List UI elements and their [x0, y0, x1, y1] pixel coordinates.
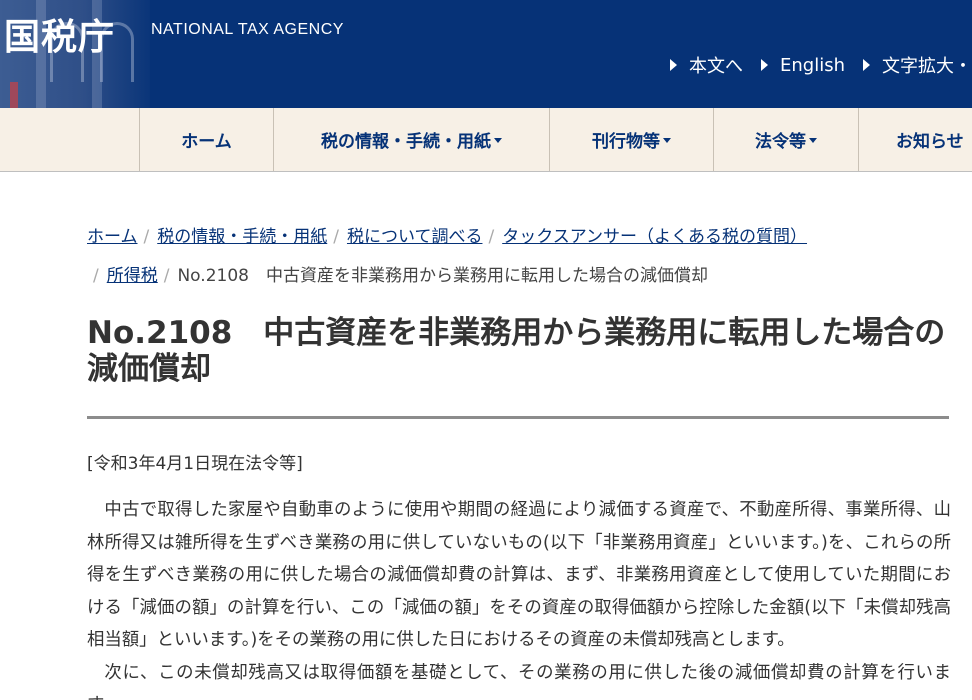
nav-item-tax-info[interactable]: 税の情報・手続・用紙: [273, 108, 549, 171]
breadcrumb-separator: /: [333, 227, 339, 247]
nav-item-label: ホーム: [181, 132, 232, 152]
nav-item-label: お知らせ: [896, 132, 964, 152]
english-link[interactable]: English: [761, 52, 845, 78]
text-enlarge-link[interactable]: 文字拡大・: [863, 52, 972, 78]
nav-item-home[interactable]: ホーム: [139, 108, 273, 171]
global-nav: ホーム 税の情報・手続・用紙 刊行物等 法令等 お知らせ: [0, 108, 972, 172]
breadcrumb-link-home[interactable]: ホーム: [87, 227, 138, 247]
nav-item-laws[interactable]: 法令等: [713, 108, 858, 171]
utility-links: 本文へ English 文字拡大・: [670, 52, 972, 78]
util-link-label: 本文へ: [689, 56, 743, 77]
breadcrumb-link-research[interactable]: 税について調べる: [347, 227, 483, 247]
breadcrumb: ホーム / 税の情報・手続・用紙 / 税について調べる / タックスアンサー（よくある税の質…: [87, 218, 947, 296]
caret-down-icon: [494, 138, 502, 143]
article-body: 中古で取得した家屋や自動車のように使用や期間の経過により減価する資産で、不動産所…: [87, 494, 951, 700]
site-logo[interactable]: 国税庁: [4, 8, 115, 60]
breadcrumb-link-tax-info[interactable]: 税の情報・手続・用紙: [157, 227, 327, 247]
agency-name: NATIONAL TAX AGENCY: [151, 21, 344, 38]
breadcrumb-separator: /: [143, 227, 150, 247]
breadcrumb-current: No.2108 中古資産を非業務用から業務用に転用した場合の減価償却: [177, 266, 708, 286]
breadcrumb-separator: /: [488, 227, 495, 247]
caret-down-icon: [663, 138, 671, 143]
site-header: 国税庁 NATIONAL TAX AGENCY 本文へ English 文字拡大…: [0, 0, 972, 108]
breadcrumb-separator: /: [93, 266, 99, 286]
nav-item-label: 税の情報・手続・用紙: [321, 132, 491, 152]
util-link-label: English: [780, 54, 845, 76]
triangle-right-icon: [863, 59, 870, 71]
paragraph: 中古で取得した家屋や自動車のように使用や期間の経過により減価する資産で、不動産所…: [87, 500, 951, 650]
paragraph: 次に、この未償却残高又は取得価額を基礎として、その業務の用に供した後の減価償却費…: [87, 662, 951, 700]
nav-item-news[interactable]: お知らせ: [858, 108, 972, 171]
breadcrumb-separator: /: [163, 266, 170, 286]
skip-to-content-link[interactable]: 本文へ: [670, 52, 743, 78]
breadcrumb-link-tax-answer[interactable]: タックスアンサー（よくある税の質問）: [502, 227, 807, 247]
triangle-right-icon: [670, 59, 677, 71]
breadcrumb-link-income-tax[interactable]: 所得税: [107, 266, 158, 286]
nav-item-label: 法令等: [755, 132, 806, 152]
caret-down-icon: [809, 138, 817, 143]
title-divider: [87, 416, 949, 419]
nav-item-label: 刊行物等: [592, 132, 660, 152]
page-title: No.2108 中古資産を非業務用から業務用に転用した場合の減価償却: [87, 315, 946, 387]
util-link-label: 文字拡大・: [882, 56, 972, 77]
flag-shape: [10, 82, 18, 108]
as-of-date: [令和3年4月1日現在法令等]: [87, 454, 303, 474]
nav-item-publications[interactable]: 刊行物等: [549, 108, 713, 171]
triangle-right-icon: [761, 59, 768, 71]
